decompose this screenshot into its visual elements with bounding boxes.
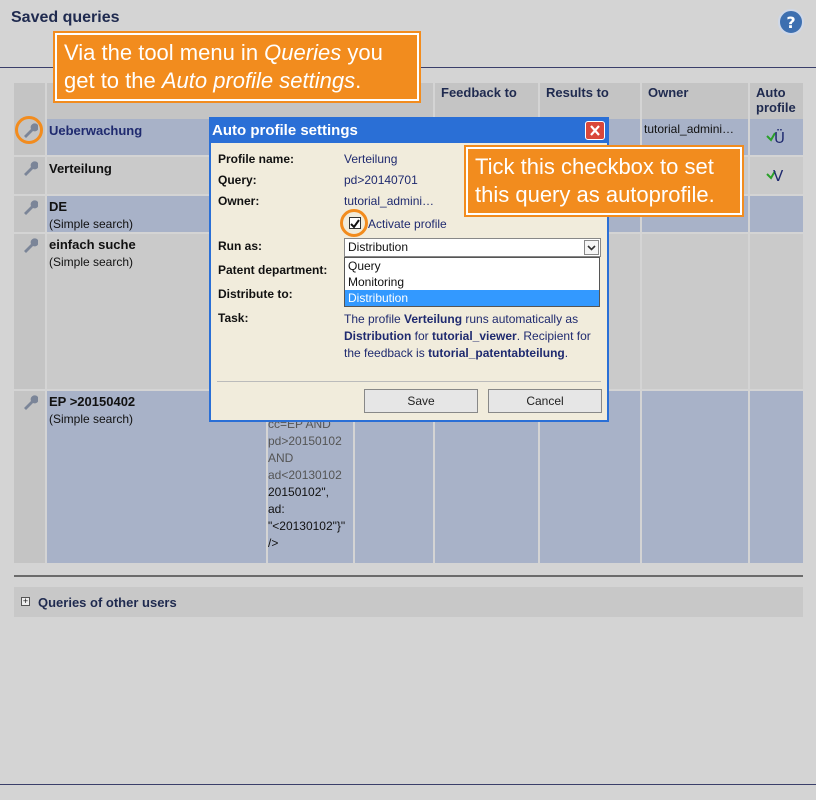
footer-divider [0, 784, 816, 785]
label-profile-name: Profile name: [218, 152, 295, 166]
value-query: pd>20140701 [344, 173, 418, 187]
label-query: Query: [218, 173, 257, 187]
chevron-down-icon[interactable] [584, 240, 599, 255]
wrench-icon[interactable] [22, 160, 38, 176]
help-icon[interactable]: ? [778, 9, 804, 35]
label-owner: Owner: [218, 194, 260, 208]
tool-cell[interactable] [14, 234, 45, 389]
query-code: comment cc=EP AND pd>20150102 AND ad<201… [268, 408, 346, 550]
callout-tool-menu: Via the tool menu in Queries you get to … [53, 31, 421, 103]
close-icon [590, 125, 600, 136]
cancel-button[interactable]: Cancel [488, 389, 602, 413]
row-name-de[interactable]: DE (Simple search) [49, 198, 133, 233]
value-owner: tutorial_admini… [344, 194, 435, 208]
option-monitoring[interactable]: Monitoring [345, 274, 599, 290]
run-as-select[interactable]: Distribution [344, 238, 601, 257]
header-owner[interactable]: Owner [642, 83, 748, 119]
save-button[interactable]: Save [364, 389, 478, 413]
task-description: The profile Verteilung runs automaticall… [344, 312, 591, 360]
close-button[interactable] [585, 121, 605, 140]
autoprofile-check-icon[interactable]: V [765, 162, 787, 184]
header-feedback-to[interactable]: Feedback to [435, 83, 538, 119]
autoprofile-check-icon[interactable]: Ü [765, 124, 787, 146]
label-run-as: Run as: [218, 239, 263, 253]
wrench-icon[interactable] [22, 394, 38, 410]
row-name-ep[interactable]: EP >20150402 (Simple search) [49, 393, 135, 428]
section-divider [14, 575, 803, 577]
label-task: Task: [218, 311, 249, 325]
value-profile-name: Verteilung [344, 152, 398, 166]
label-patent-department: Patent department: [218, 263, 328, 277]
run-as-selected: Distribution [348, 240, 409, 254]
option-query[interactable]: Query [345, 258, 599, 274]
highlight-ring [15, 116, 43, 144]
dialog-title[interactable]: Auto profile settings [211, 119, 607, 143]
owner-cell: tutorial_admini… [644, 122, 735, 136]
header-results-to[interactable]: Results to [540, 83, 640, 119]
other-users-label[interactable]: Queries of other users [38, 595, 177, 610]
wrench-icon[interactable] [22, 237, 38, 253]
dialog-divider [217, 381, 601, 382]
svg-text:?: ? [786, 13, 795, 32]
autoprofile-mark: Ü [774, 128, 785, 146]
tool-cell[interactable] [14, 391, 45, 563]
header-blank [14, 83, 45, 119]
tool-cell[interactable] [14, 196, 45, 232]
page-title: Saved queries [11, 9, 120, 26]
highlight-ring [340, 209, 368, 237]
tool-cell[interactable] [14, 157, 45, 194]
run-as-options: Query Monitoring Distribution [344, 257, 600, 307]
row-name-verteilung[interactable]: Verteilung [49, 160, 112, 178]
other-users-section[interactable]: + Queries of other users [14, 587, 803, 617]
header-auto-profile[interactable]: Auto profile [750, 83, 803, 119]
row-name-einfach-suche[interactable]: einfach suche (Simple search) [49, 236, 136, 271]
option-distribution[interactable]: Distribution [345, 290, 599, 306]
activate-profile-label[interactable]: Activate profile [368, 217, 447, 231]
label-distribute-to: Distribute to: [218, 287, 293, 301]
expand-icon[interactable]: + [21, 597, 30, 606]
wrench-icon[interactable] [22, 199, 38, 215]
row-name-ueberwachung[interactable]: Ueberwachung [49, 122, 142, 140]
callout-checkbox: Tick this checkbox to set this query as … [464, 145, 744, 217]
autoprofile-mark: V [773, 167, 784, 184]
